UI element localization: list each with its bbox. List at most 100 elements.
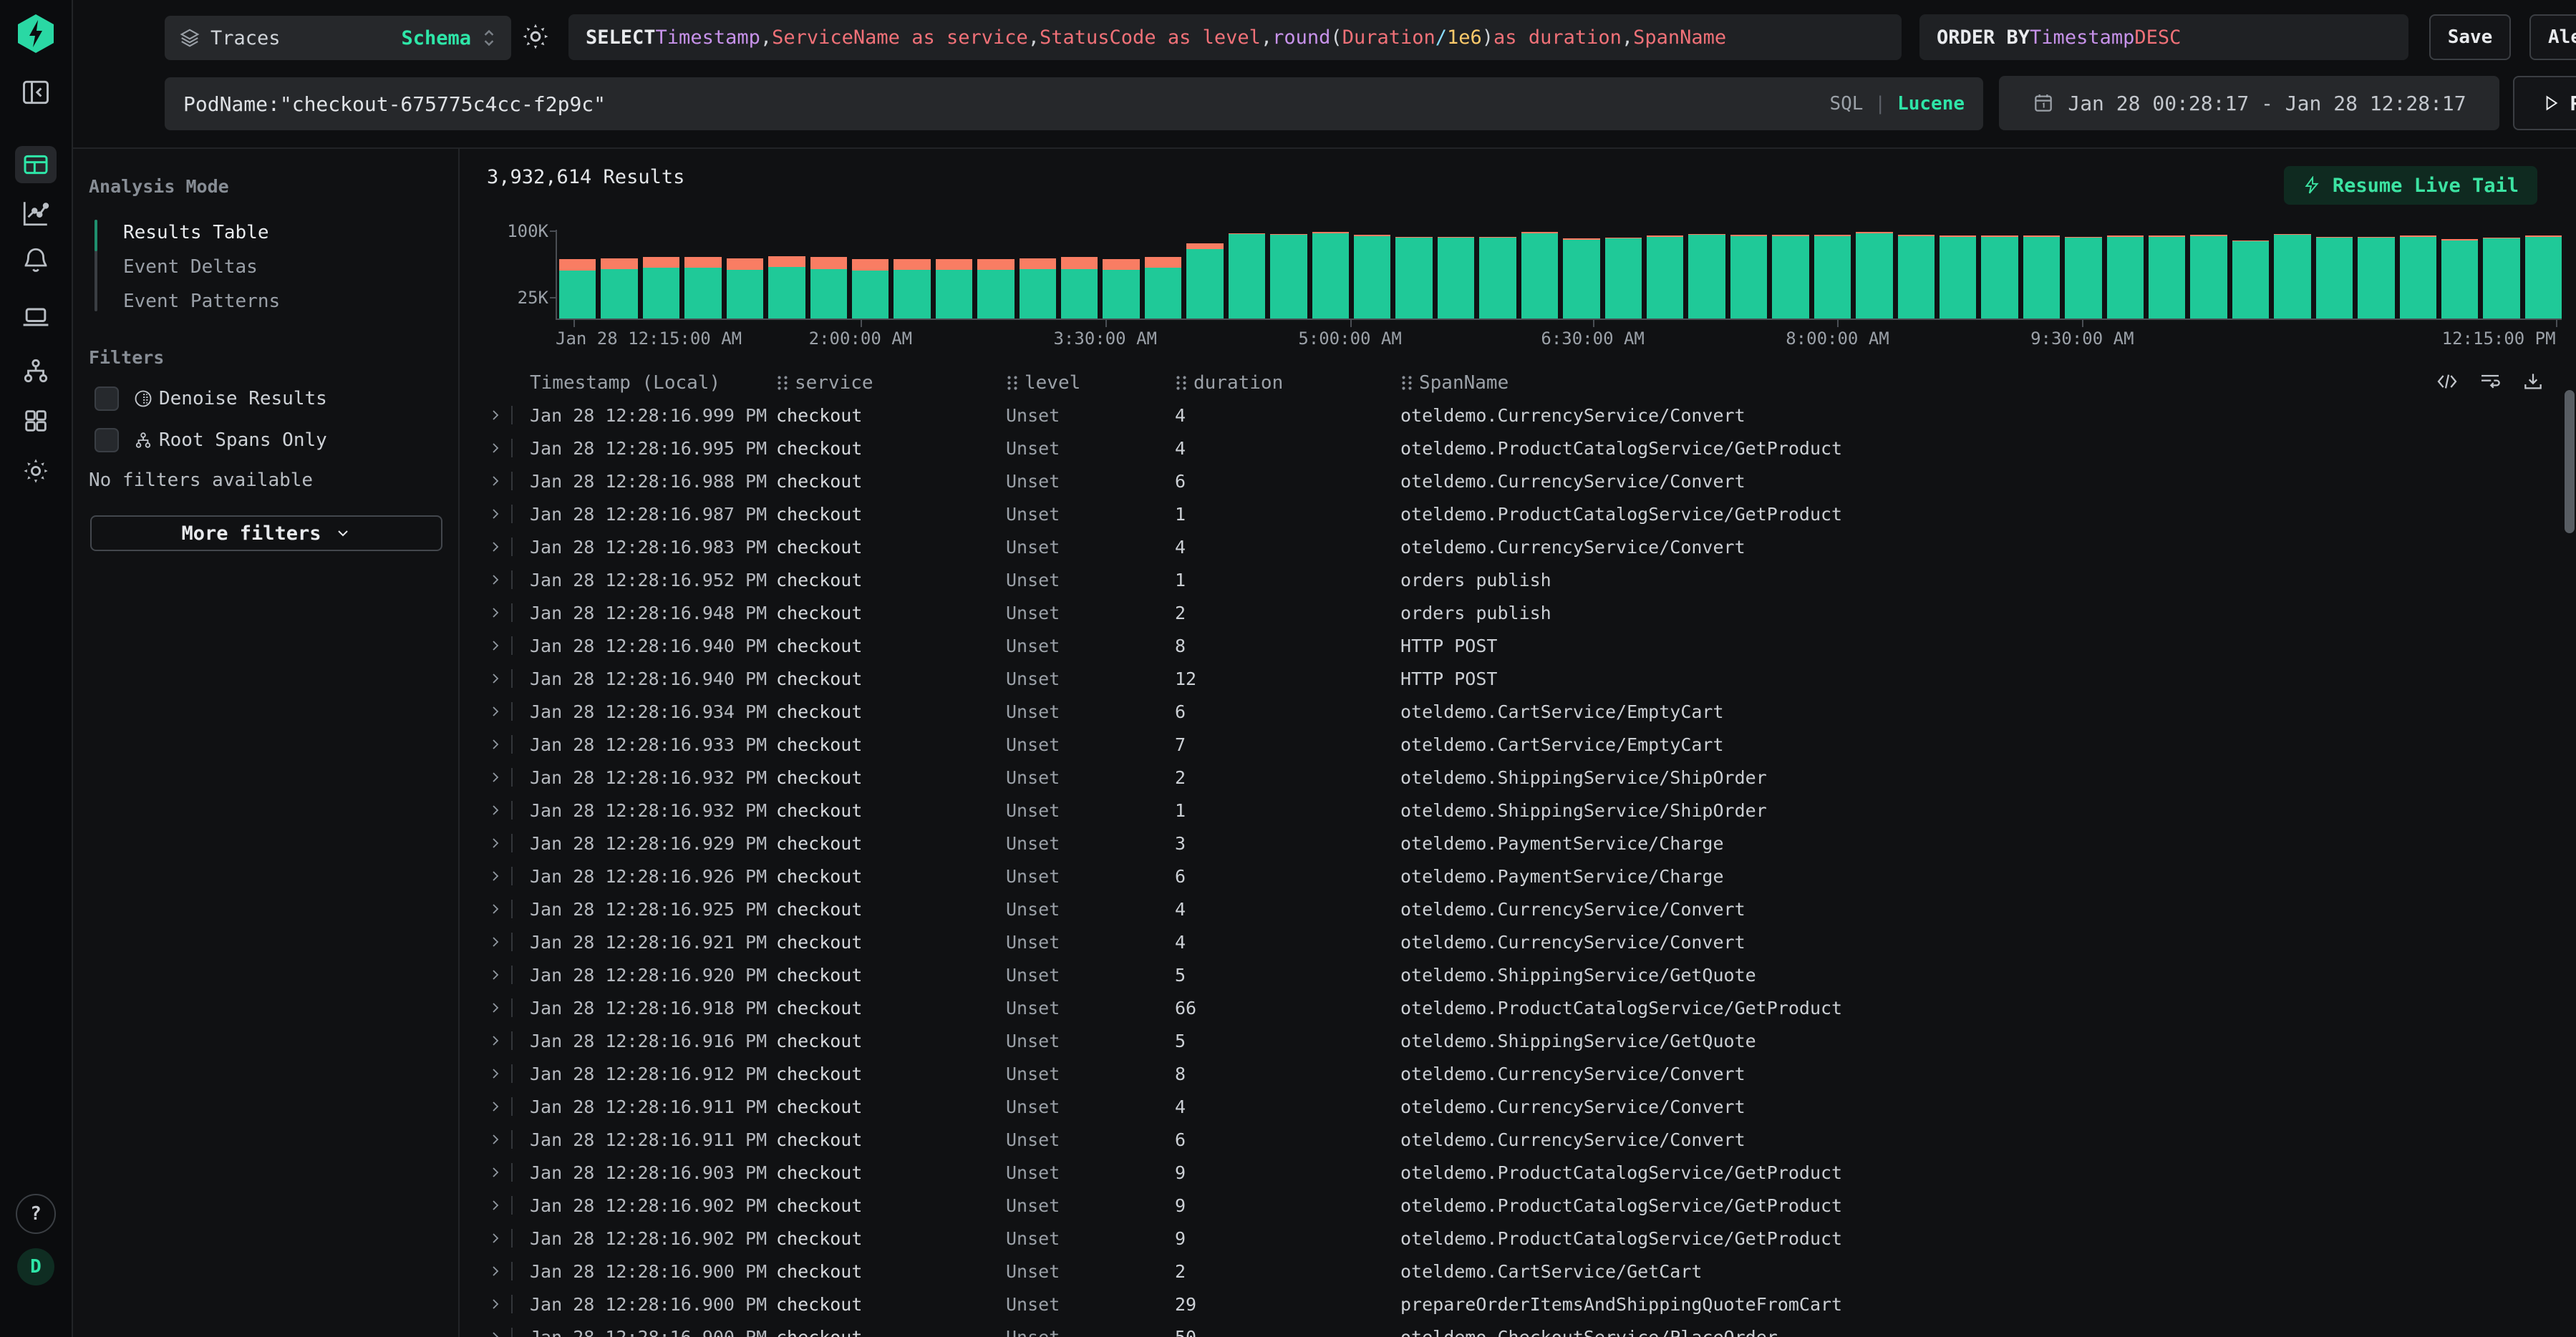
root-spans-filter[interactable]: Root Spans Only	[95, 428, 445, 452]
vertical-scrollbar[interactable]	[2565, 390, 2575, 533]
user-avatar[interactable]: D	[17, 1248, 54, 1285]
table-row[interactable]: Jan 28 12:28:16.995 PMcheckoutUnset4otel…	[487, 432, 2576, 465]
row-expand-cell[interactable]	[487, 1295, 530, 1313]
row-expand-cell[interactable]	[487, 768, 530, 787]
column-header-service[interactable]: service	[776, 372, 1006, 394]
more-filters-button[interactable]: More filters	[90, 515, 442, 551]
row-expand-chevron-icon[interactable]	[487, 1230, 504, 1247]
lucene-toggle[interactable]: Lucene	[1897, 93, 1965, 115]
column-header-spanname[interactable]: SpanName	[1400, 372, 2547, 394]
table-row[interactable]: Jan 28 12:28:16.933 PMcheckoutUnset7otel…	[487, 728, 2576, 761]
table-row[interactable]: Jan 28 12:28:16.902 PMcheckoutUnset9otel…	[487, 1222, 2576, 1255]
row-expand-chevron-icon[interactable]	[487, 1032, 504, 1049]
table-row[interactable]: Jan 28 12:28:16.900 PMcheckoutUnset50ote…	[487, 1321, 2576, 1337]
nav-item-service-map[interactable]	[21, 356, 51, 386]
row-expand-chevron-icon[interactable]	[487, 1164, 504, 1181]
row-expand-chevron-icon[interactable]	[487, 407, 504, 424]
table-row[interactable]: Jan 28 12:28:16.911 PMcheckoutUnset4otel…	[487, 1090, 2576, 1123]
row-expand-cell[interactable]	[487, 603, 530, 622]
row-expand-chevron-icon[interactable]	[487, 966, 504, 983]
row-expand-cell[interactable]	[487, 1031, 530, 1050]
row-expand-cell[interactable]	[487, 933, 530, 951]
row-expand-cell[interactable]	[487, 636, 530, 655]
row-expand-chevron-icon[interactable]	[487, 637, 504, 654]
table-row[interactable]: Jan 28 12:28:16.920 PMcheckoutUnset5otel…	[487, 958, 2576, 991]
row-expand-chevron-icon[interactable]	[487, 1131, 504, 1148]
row-expand-cell[interactable]	[487, 1262, 530, 1280]
table-row[interactable]: Jan 28 12:28:16.932 PMcheckoutUnset1otel…	[487, 794, 2576, 827]
row-expand-chevron-icon[interactable]	[487, 505, 504, 522]
row-expand-chevron-icon[interactable]	[487, 769, 504, 786]
select-clause-input[interactable]: SELECT Timestamp, ServiceName as service…	[568, 14, 1902, 60]
table-row[interactable]: Jan 28 12:28:16.987 PMcheckoutUnset1otel…	[487, 497, 2576, 530]
help-button[interactable]: ?	[16, 1194, 56, 1234]
row-expand-chevron-icon[interactable]	[487, 472, 504, 490]
row-expand-chevron-icon[interactable]	[487, 835, 504, 852]
row-expand-chevron-icon[interactable]	[487, 900, 504, 918]
table-row[interactable]: Jan 28 12:28:16.934 PMcheckoutUnset6otel…	[487, 695, 2576, 728]
nav-item-search[interactable]	[15, 146, 57, 183]
table-row[interactable]: Jan 28 12:28:16.988 PMcheckoutUnset6otel…	[487, 465, 2576, 497]
resume-live-tail-button[interactable]: Resume Live Tail	[2284, 166, 2537, 205]
row-expand-chevron-icon[interactable]	[487, 1065, 504, 1082]
nav-item-chart-explorer[interactable]	[21, 198, 51, 228]
table-row[interactable]: Jan 28 12:28:16.903 PMcheckoutUnset9otel…	[487, 1156, 2576, 1189]
nav-item-alerts[interactable]	[21, 245, 51, 276]
row-expand-cell[interactable]	[487, 702, 530, 721]
nav-item-client-sessions[interactable]	[20, 301, 52, 333]
row-expand-cell[interactable]	[487, 1196, 530, 1215]
row-expand-chevron-icon[interactable]	[487, 604, 504, 621]
row-expand-chevron-icon[interactable]	[487, 571, 504, 588]
row-expand-cell[interactable]	[487, 867, 530, 885]
alerts-button[interactable]: Alerts	[2529, 14, 2576, 60]
row-expand-cell[interactable]	[487, 834, 530, 852]
query-language-toggle[interactable]: SQL | Lucene	[1829, 93, 1965, 115]
schema-mode-label[interactable]: Schema	[401, 27, 471, 49]
save-button[interactable]: Save	[2429, 14, 2511, 60]
nav-item-settings[interactable]	[21, 456, 51, 486]
run-button[interactable]: Run	[2513, 76, 2576, 130]
table-row[interactable]: Jan 28 12:28:16.983 PMcheckoutUnset4otel…	[487, 530, 2576, 563]
orderby-clause-input[interactable]: ORDER BY Timestamp DESC	[1919, 14, 2408, 60]
row-expand-chevron-icon[interactable]	[487, 802, 504, 819]
row-expand-cell[interactable]	[487, 1097, 530, 1116]
row-expand-chevron-icon[interactable]	[487, 703, 504, 720]
row-expand-cell[interactable]	[487, 735, 530, 754]
denoise-checkbox[interactable]	[95, 386, 119, 411]
row-expand-chevron-icon[interactable]	[487, 933, 504, 951]
table-row[interactable]: Jan 28 12:28:16.932 PMcheckoutUnset2otel…	[487, 761, 2576, 794]
row-expand-cell[interactable]	[487, 966, 530, 984]
table-row[interactable]: Jan 28 12:28:16.952 PMcheckoutUnset1orde…	[487, 563, 2576, 596]
root-spans-checkbox[interactable]	[95, 428, 119, 452]
table-row[interactable]: Jan 28 12:28:16.900 PMcheckoutUnset2otel…	[487, 1255, 2576, 1288]
row-expand-cell[interactable]	[487, 801, 530, 820]
search-input[interactable]: PodName:"checkout-675775c4cc-f2p9c" SQL …	[165, 77, 1983, 130]
table-row[interactable]: Jan 28 12:28:16.916 PMcheckoutUnset5otel…	[487, 1024, 2576, 1057]
table-row[interactable]: Jan 28 12:28:16.925 PMcheckoutUnset4otel…	[487, 893, 2576, 925]
code-view-icon[interactable]	[2436, 370, 2459, 393]
row-expand-cell[interactable]	[487, 669, 530, 688]
drag-handle-icon[interactable]	[776, 374, 789, 392]
sql-toggle[interactable]: SQL	[1829, 93, 1863, 115]
row-expand-cell[interactable]	[487, 900, 530, 918]
table-row[interactable]: Jan 28 12:28:16.948 PMcheckoutUnset2orde…	[487, 596, 2576, 629]
column-header-level[interactable]: level	[1006, 372, 1175, 394]
row-expand-cell[interactable]	[487, 998, 530, 1017]
row-expand-cell[interactable]	[487, 472, 530, 490]
row-expand-cell[interactable]	[487, 538, 530, 556]
table-row[interactable]: Jan 28 12:28:16.902 PMcheckoutUnset9otel…	[487, 1189, 2576, 1222]
row-expand-chevron-icon[interactable]	[487, 1263, 504, 1280]
row-expand-chevron-icon[interactable]	[487, 867, 504, 885]
table-row[interactable]: Jan 28 12:28:16.940 PMcheckoutUnset12HTT…	[487, 662, 2576, 695]
row-expand-cell[interactable]	[487, 1163, 530, 1182]
row-expand-cell[interactable]	[487, 505, 530, 523]
app-logo[interactable]	[15, 13, 57, 54]
row-expand-cell[interactable]	[487, 1229, 530, 1248]
source-settings-gear-icon[interactable]	[520, 21, 551, 52]
drag-handle-icon[interactable]	[1006, 374, 1019, 392]
nav-item-dashboards[interactable]	[21, 407, 50, 435]
table-row[interactable]: Jan 28 12:28:16.999 PMcheckoutUnset4otel…	[487, 399, 2576, 432]
table-row[interactable]: Jan 28 12:28:16.926 PMcheckoutUnset6otel…	[487, 860, 2576, 893]
wrap-lines-icon[interactable]	[2479, 370, 2502, 393]
table-row[interactable]: Jan 28 12:28:16.940 PMcheckoutUnset8HTTP…	[487, 629, 2576, 662]
